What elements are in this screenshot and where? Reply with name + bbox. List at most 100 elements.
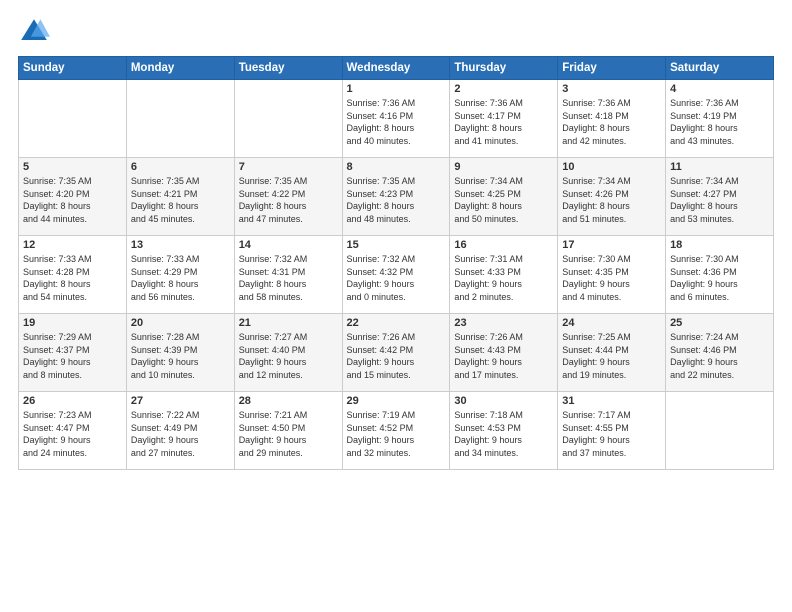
calendar-cell: 24Sunrise: 7:25 AM Sunset: 4:44 PM Dayli… xyxy=(558,314,666,392)
calendar-cell: 2 Sunrise: 7:36 AM Sunset: 4:17 PM Daylig… xyxy=(450,80,558,158)
day-info: Sunrise: 7:35 AM Sunset: 4:20 PM Dayligh… xyxy=(23,175,122,225)
calendar-cell: 15 Sunrise: 7:32 AM Sunset: 4:32 PM Dayli… xyxy=(342,236,450,314)
day-number: 30 xyxy=(454,395,553,407)
day-number: 19 xyxy=(23,317,122,329)
weekday-header-monday: Monday xyxy=(126,57,234,80)
calendar-cell: 14 Sunrise: 7:32 AM Sunset: 4:31 PM Dayli… xyxy=(234,236,342,314)
day-info: Sunrise: 7:35 AM Sunset: 4:22 PM Dayligh… xyxy=(239,175,338,225)
weekday-header-friday: Friday xyxy=(558,57,666,80)
calendar-cell: 16Sunrise: 7:31 AM Sunset: 4:33 PM Dayli… xyxy=(450,236,558,314)
day-info: Sunrise: 7:34 AM Sunset: 4:27 PM Dayligh… xyxy=(670,175,769,225)
calendar-cell: 23 Sunrise: 7:26 AM Sunset: 4:43 PM Dayli… xyxy=(450,314,558,392)
calendar-cell: 20 Sunrise: 7:28 AM Sunset: 4:39 PM Dayli… xyxy=(126,314,234,392)
day-number: 13 xyxy=(131,239,230,251)
day-info: Sunrise: 7:36 AM Sunset: 4:19 PM Dayligh… xyxy=(670,97,769,147)
day-info: Sunrise: 7:36 AM Sunset: 4:16 PM Dayligh… xyxy=(347,97,446,147)
day-info: Sunrise: 7:17 AM Sunset: 4:55 PM Dayligh… xyxy=(562,409,661,459)
day-info: Sunrise: 7:36 AM Sunset: 4:17 PM Dayligh… xyxy=(454,97,553,147)
day-info: Sunrise: 7:24 AM Sunset: 4:46 PM Dayligh… xyxy=(670,331,769,381)
header xyxy=(18,16,774,48)
day-info: Sunrise: 7:32 AM Sunset: 4:32 PM Dayligh… xyxy=(347,253,446,303)
calendar-cell: 10Sunrise: 7:34 AM Sunset: 4:26 PM Dayli… xyxy=(558,158,666,236)
calendar-cell: 26 Sunrise: 7:23 AM Sunset: 4:47 PM Dayli… xyxy=(19,392,127,470)
day-number: 27 xyxy=(131,395,230,407)
day-info: Sunrise: 7:19 AM Sunset: 4:52 PM Dayligh… xyxy=(347,409,446,459)
day-number: 7 xyxy=(239,161,338,173)
weekday-header-wednesday: Wednesday xyxy=(342,57,450,80)
day-info: Sunrise: 7:23 AM Sunset: 4:47 PM Dayligh… xyxy=(23,409,122,459)
day-info: Sunrise: 7:35 AM Sunset: 4:23 PM Dayligh… xyxy=(347,175,446,225)
calendar-cell: 28 Sunrise: 7:21 AM Sunset: 4:50 PM Dayli… xyxy=(234,392,342,470)
day-number: 8 xyxy=(347,161,446,173)
day-info: Sunrise: 7:36 AM Sunset: 4:18 PM Dayligh… xyxy=(562,97,661,147)
day-number: 6 xyxy=(131,161,230,173)
calendar-week-row: 1 Sunrise: 7:36 AM Sunset: 4:16 PM Daylig… xyxy=(19,80,774,158)
day-number: 31 xyxy=(562,395,661,407)
day-info: Sunrise: 7:18 AM Sunset: 4:53 PM Dayligh… xyxy=(454,409,553,459)
calendar-cell: 29 Sunrise: 7:19 AM Sunset: 4:52 PM Dayli… xyxy=(342,392,450,470)
day-number: 22 xyxy=(347,317,446,329)
day-number: 12 xyxy=(23,239,122,251)
day-number: 3 xyxy=(562,83,661,95)
calendar-cell: 9Sunrise: 7:34 AM Sunset: 4:25 PM Daylig… xyxy=(450,158,558,236)
calendar-cell: 30 Sunrise: 7:18 AM Sunset: 4:53 PM Dayli… xyxy=(450,392,558,470)
calendar-cell: 7 Sunrise: 7:35 AM Sunset: 4:22 PM Daylig… xyxy=(234,158,342,236)
day-number: 23 xyxy=(454,317,553,329)
day-info: Sunrise: 7:21 AM Sunset: 4:50 PM Dayligh… xyxy=(239,409,338,459)
day-number: 21 xyxy=(239,317,338,329)
calendar-week-row: 5 Sunrise: 7:35 AM Sunset: 4:20 PM Daylig… xyxy=(19,158,774,236)
day-number: 11 xyxy=(670,161,769,173)
weekday-header-tuesday: Tuesday xyxy=(234,57,342,80)
calendar-cell: 12 Sunrise: 7:33 AM Sunset: 4:28 PM Dayli… xyxy=(19,236,127,314)
day-number: 26 xyxy=(23,395,122,407)
day-info: Sunrise: 7:26 AM Sunset: 4:43 PM Dayligh… xyxy=(454,331,553,381)
weekday-header-row: SundayMondayTuesdayWednesdayThursdayFrid… xyxy=(19,57,774,80)
day-number: 15 xyxy=(347,239,446,251)
calendar-cell: 27Sunrise: 7:22 AM Sunset: 4:49 PM Dayli… xyxy=(126,392,234,470)
day-info: Sunrise: 7:33 AM Sunset: 4:28 PM Dayligh… xyxy=(23,253,122,303)
day-number: 17 xyxy=(562,239,661,251)
calendar-week-row: 19 Sunrise: 7:29 AM Sunset: 4:37 PM Dayli… xyxy=(19,314,774,392)
calendar-cell xyxy=(19,80,127,158)
calendar-cell: 5 Sunrise: 7:35 AM Sunset: 4:20 PM Daylig… xyxy=(19,158,127,236)
day-info: Sunrise: 7:34 AM Sunset: 4:25 PM Dayligh… xyxy=(454,175,553,225)
calendar-cell: 1 Sunrise: 7:36 AM Sunset: 4:16 PM Daylig… xyxy=(342,80,450,158)
day-info: Sunrise: 7:27 AM Sunset: 4:40 PM Dayligh… xyxy=(239,331,338,381)
calendar-cell: 4 Sunrise: 7:36 AM Sunset: 4:19 PM Daylig… xyxy=(666,80,774,158)
day-number: 29 xyxy=(347,395,446,407)
day-number: 14 xyxy=(239,239,338,251)
calendar-cell xyxy=(234,80,342,158)
weekday-header-saturday: Saturday xyxy=(666,57,774,80)
day-info: Sunrise: 7:32 AM Sunset: 4:31 PM Dayligh… xyxy=(239,253,338,303)
weekday-header-thursday: Thursday xyxy=(450,57,558,80)
day-number: 2 xyxy=(454,83,553,95)
calendar-cell: 17 Sunrise: 7:30 AM Sunset: 4:35 PM Dayli… xyxy=(558,236,666,314)
day-number: 5 xyxy=(23,161,122,173)
day-info: Sunrise: 7:31 AM Sunset: 4:33 PM Dayligh… xyxy=(454,253,553,303)
calendar-cell: 11 Sunrise: 7:34 AM Sunset: 4:27 PM Dayli… xyxy=(666,158,774,236)
day-number: 28 xyxy=(239,395,338,407)
day-info: Sunrise: 7:33 AM Sunset: 4:29 PM Dayligh… xyxy=(131,253,230,303)
logo-icon xyxy=(18,16,50,48)
day-info: Sunrise: 7:30 AM Sunset: 4:36 PM Dayligh… xyxy=(670,253,769,303)
day-info: Sunrise: 7:34 AM Sunset: 4:26 PM Dayligh… xyxy=(562,175,661,225)
day-info: Sunrise: 7:25 AM Sunset: 4:44 PM Dayligh… xyxy=(562,331,661,381)
weekday-header-sunday: Sunday xyxy=(19,57,127,80)
calendar-cell xyxy=(126,80,234,158)
day-number: 1 xyxy=(347,83,446,95)
day-info: Sunrise: 7:30 AM Sunset: 4:35 PM Dayligh… xyxy=(562,253,661,303)
page: SundayMondayTuesdayWednesdayThursdayFrid… xyxy=(0,0,792,612)
calendar-cell: 19 Sunrise: 7:29 AM Sunset: 4:37 PM Dayli… xyxy=(19,314,127,392)
calendar-cell: 31 Sunrise: 7:17 AM Sunset: 4:55 PM Dayli… xyxy=(558,392,666,470)
day-info: Sunrise: 7:28 AM Sunset: 4:39 PM Dayligh… xyxy=(131,331,230,381)
day-number: 20 xyxy=(131,317,230,329)
day-number: 25 xyxy=(670,317,769,329)
logo xyxy=(18,16,54,48)
day-info: Sunrise: 7:29 AM Sunset: 4:37 PM Dayligh… xyxy=(23,331,122,381)
day-info: Sunrise: 7:26 AM Sunset: 4:42 PM Dayligh… xyxy=(347,331,446,381)
calendar-cell xyxy=(666,392,774,470)
day-info: Sunrise: 7:35 AM Sunset: 4:21 PM Dayligh… xyxy=(131,175,230,225)
day-number: 4 xyxy=(670,83,769,95)
calendar-cell: 8 Sunrise: 7:35 AM Sunset: 4:23 PM Daylig… xyxy=(342,158,450,236)
calendar-cell: 13 Sunrise: 7:33 AM Sunset: 4:29 PM Dayli… xyxy=(126,236,234,314)
